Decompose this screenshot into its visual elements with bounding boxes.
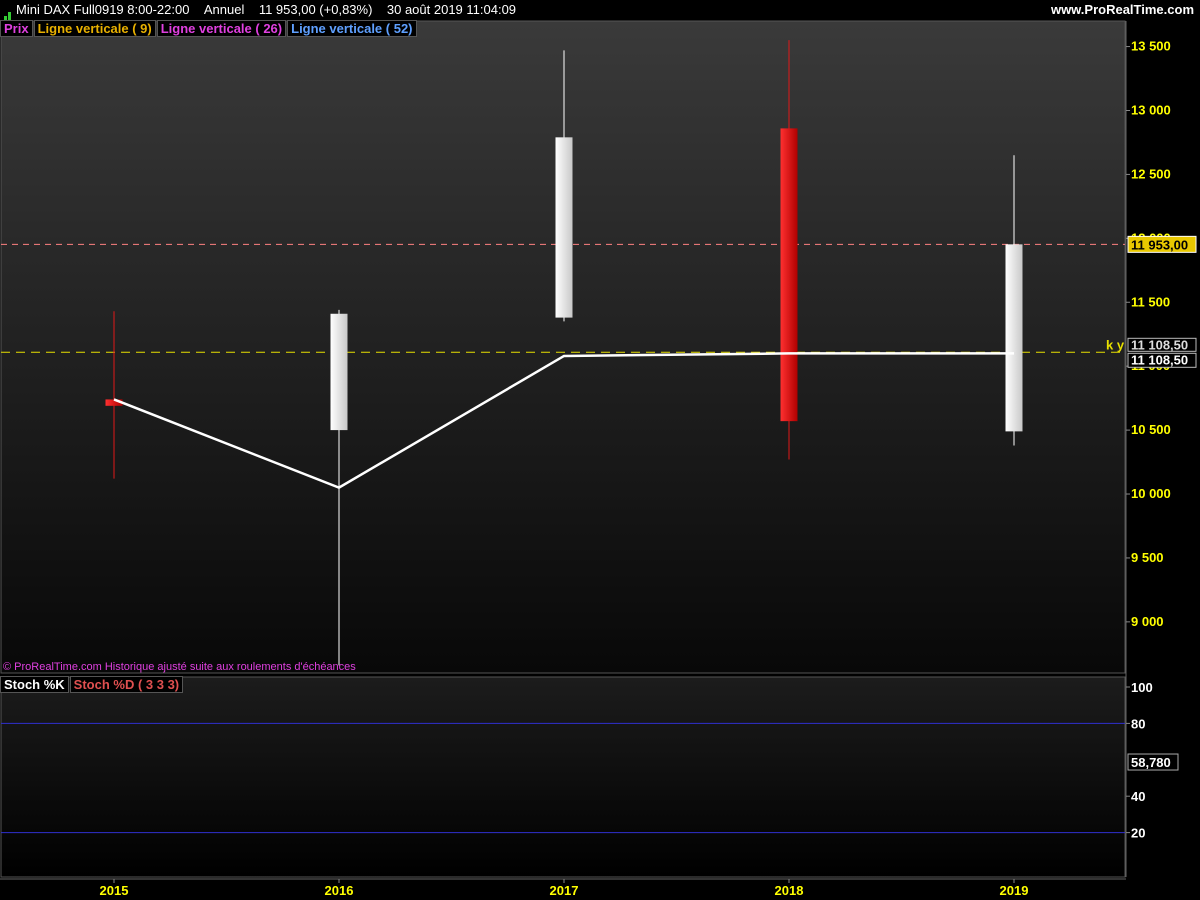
stoch-y-tick-label: 40	[1131, 789, 1145, 804]
legend-stoch-d[interactable]: Stoch %D ( 3 3 3)	[69, 676, 184, 693]
price-y-tick-label: 9 500	[1131, 550, 1164, 565]
price-panel[interactable]	[0, 20, 1126, 674]
price-y-tick-label: 12 500	[1131, 166, 1171, 181]
x-tick-label: 2019	[1000, 883, 1029, 898]
ky-value-label-lower: 11 108,50	[1131, 352, 1188, 367]
price-y-tick-label: 13 500	[1131, 39, 1171, 54]
price-y-tick-label: 11 500	[1131, 294, 1170, 309]
stoch-y-tick-label: 20	[1131, 826, 1145, 841]
candle-body	[1005, 244, 1023, 432]
stoch-y-tick-label: 80	[1131, 716, 1145, 731]
x-tick-label: 2015	[100, 883, 129, 898]
history-notice: © ProRealTime.com Historique ajusté suit…	[3, 661, 356, 673]
legend-stoch-k[interactable]: Stoch %K	[0, 676, 69, 693]
ky-value-label-upper: 11 108,50	[1131, 337, 1188, 352]
candle-body	[330, 313, 348, 431]
price-y-tick-label: 10 000	[1131, 486, 1171, 501]
current-price-label: 11 953,00	[1131, 237, 1188, 252]
legend-ma9[interactable]: Ligne verticale ( 9)	[33, 20, 156, 37]
price-y-tick-label: 13 000	[1131, 102, 1171, 117]
x-tick-label: 2017	[550, 883, 579, 898]
legend-ma26[interactable]: Ligne verticale ( 26)	[156, 20, 287, 37]
x-tick-label: 2018	[775, 883, 804, 898]
stoch-legend: Stoch %K Stoch %D ( 3 3 3)	[0, 676, 184, 693]
ky-label: k y	[1106, 337, 1125, 352]
price-y-tick-label: 9 000	[1131, 614, 1164, 629]
price-legend: Prix Ligne verticale ( 9) Ligne vertical…	[0, 20, 418, 37]
legend-ma52[interactable]: Ligne verticale ( 52)	[287, 20, 417, 37]
price-y-tick-label: 10 500	[1131, 422, 1171, 437]
candle-body	[555, 137, 573, 318]
candle-body	[780, 128, 798, 422]
stoch-y-tick-label: 100	[1131, 680, 1153, 695]
stoch-value-label: 58,780	[1131, 755, 1171, 770]
x-tick-label: 2016	[325, 883, 354, 898]
stoch-panel[interactable]	[0, 676, 1126, 878]
legend-price[interactable]: Prix	[0, 20, 33, 37]
chart-canvas: 9 0009 50010 00010 50011 00011 50012 000…	[0, 20, 1197, 898]
x-axis: 2015 2016 2017 2018 2019	[100, 879, 1029, 898]
